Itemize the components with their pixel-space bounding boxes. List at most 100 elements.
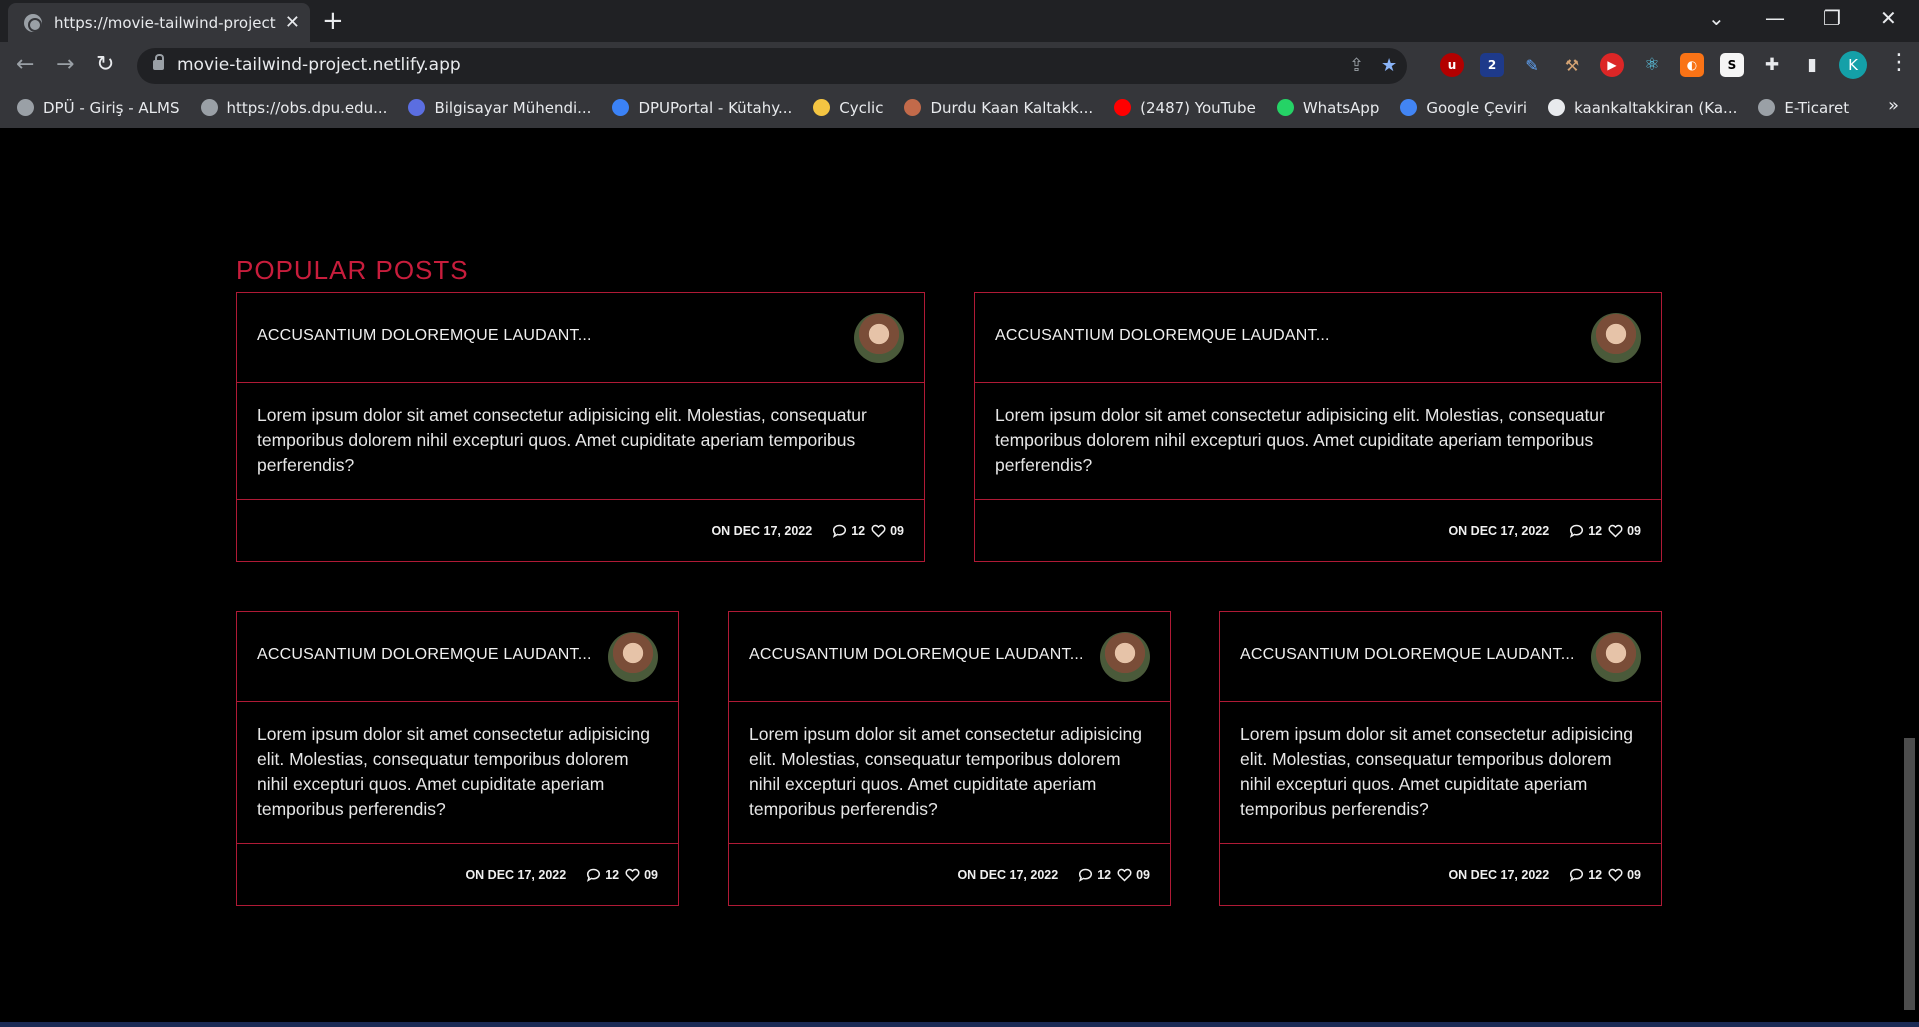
post-date: ON DEC 17, 2022 (711, 524, 813, 538)
post-footer: ON DEC 17, 2022 12 09 (975, 501, 1661, 561)
likes-stat[interactable]: 09 (1608, 524, 1641, 538)
comments-stat[interactable]: 12 (832, 524, 871, 538)
section-title: POPULAR POSTS (236, 255, 469, 285)
bookmark-favicon-icon (1400, 99, 1418, 116)
new-tab-button[interactable]: + (322, 6, 344, 36)
post-body: Lorem ipsum dolor sit amet consectetur a… (1220, 702, 1661, 844)
bookmark-star-icon[interactable]: ★ (1381, 55, 1397, 76)
tab-strip: https://movie-tailwind-project.netlify.a… (0, 0, 1919, 42)
taskbar-strip (0, 1022, 1919, 1027)
post-header: ACCUSANTIUM DOLOREMQUE LAUDANT... (1220, 612, 1661, 702)
comment-count: 12 (605, 868, 620, 882)
bookmark-label: Bilgisayar Mühendi... (434, 98, 592, 117)
bookmark-item[interactable]: https://obs.dpu.edu... (200, 99, 387, 117)
media-extension-icon[interactable]: ▶ (1600, 53, 1624, 77)
scrollbar-thumb[interactable] (1904, 738, 1915, 1010)
browser-menu-icon[interactable]: ⋮ (1888, 50, 1910, 75)
profile-avatar[interactable]: K (1839, 51, 1867, 79)
comment-count: 12 (1097, 868, 1112, 882)
browser-tab[interactable]: https://movie-tailwind-project.netlify.a… (8, 3, 310, 42)
bookmark-label: Cyclic (839, 98, 884, 117)
likes-stat[interactable]: 09 (1117, 868, 1150, 882)
bookmark-item[interactable]: Google Çeviri (1400, 99, 1527, 117)
post-card[interactable]: ACCUSANTIUM DOLOREMQUE LAUDANT... Lorem … (728, 611, 1171, 906)
bookmark-label: Durdu Kaan Kaltakk... (930, 98, 1094, 117)
post-title[interactable]: ACCUSANTIUM DOLOREMQUE LAUDANT... (995, 327, 1330, 345)
post-card[interactable]: ACCUSANTIUM DOLOREMQUE LAUDANT... Lorem … (1219, 611, 1662, 906)
side-panel-icon[interactable]: ▮ (1800, 53, 1824, 77)
author-avatar (854, 313, 904, 363)
like-count: 09 (1627, 524, 1641, 538)
post-header: ACCUSANTIUM DOLOREMQUE LAUDANT... (237, 612, 678, 702)
bookmark-favicon-icon (200, 99, 218, 116)
restore-button[interactable]: ❐ (1823, 6, 1841, 30)
bookmark-favicon-icon (1758, 99, 1776, 116)
address-bar[interactable]: movie-tailwind-project.netlify.app ⇪ ★ (137, 48, 1407, 84)
bookmark-item[interactable]: Bilgisayar Mühendi... (408, 99, 591, 117)
share-icon[interactable]: ⇪ (1349, 55, 1364, 76)
author-avatar (1100, 632, 1150, 682)
bookmark-item[interactable]: (2487) YouTube (1114, 99, 1256, 117)
comment-count: 12 (851, 524, 866, 538)
comment-count: 12 (1588, 868, 1603, 882)
heart-icon (1608, 524, 1623, 538)
like-count: 09 (1136, 868, 1150, 882)
post-date: ON DEC 17, 2022 (957, 868, 1059, 882)
likes-stat[interactable]: 09 (625, 868, 658, 882)
translate-extension-icon[interactable]: 2 (1480, 53, 1504, 77)
more-bookmarks-button[interactable]: » (1888, 95, 1899, 116)
comment-icon (587, 868, 601, 882)
post-title[interactable]: ACCUSANTIUM DOLOREMQUE LAUDANT... (257, 646, 592, 664)
comment-icon (1570, 524, 1584, 538)
comments-stat[interactable]: 12 (586, 868, 625, 882)
tab-title: https://movie-tailwind-project.netlify.a… (54, 13, 277, 32)
page-content: POPULAR POSTS ACCUSANTIUM DOLOREMQUE LAU… (0, 128, 1900, 1022)
bookmark-item[interactable]: Durdu Kaan Kaltakk... (904, 99, 1093, 117)
page-scrollbar[interactable] (1900, 128, 1919, 1022)
post-card[interactable]: ACCUSANTIUM DOLOREMQUE LAUDANT... Lorem … (236, 292, 925, 562)
post-title[interactable]: ACCUSANTIUM DOLOREMQUE LAUDANT... (257, 327, 592, 345)
comments-stat[interactable]: 12 (1569, 868, 1608, 882)
tools-extension-icon[interactable]: ✎ (1520, 53, 1544, 77)
post-title[interactable]: ACCUSANTIUM DOLOREMQUE LAUDANT... (1240, 646, 1575, 664)
s-extension-icon[interactable]: S (1720, 53, 1744, 77)
bookmark-item[interactable]: E-Ticaret (1758, 99, 1849, 117)
post-title[interactable]: ACCUSANTIUM DOLOREMQUE LAUDANT... (749, 646, 1084, 664)
bookmark-label: DPUPortal - Kütahy... (638, 98, 793, 117)
bookmark-item[interactable]: kaankaltakkiran (Ka... (1548, 99, 1737, 117)
ublock-extension-icon[interactable]: u (1440, 53, 1464, 77)
minimize-button[interactable]: — (1765, 6, 1785, 30)
rss-extension-icon[interactable]: ◐ (1680, 53, 1704, 77)
bookmark-label: WhatsApp (1302, 98, 1380, 117)
likes-stat[interactable]: 09 (1608, 868, 1641, 882)
close-tab-icon[interactable]: ✕ (285, 12, 300, 33)
bookmarks-bar: DPÜ - Giriş - ALMS https://obs.dpu.edu...… (0, 89, 1919, 126)
post-body: Lorem ipsum dolor sit amet consectetur a… (237, 702, 678, 844)
bookmark-label: Google Çeviri (1426, 98, 1528, 117)
post-header: ACCUSANTIUM DOLOREMQUE LAUDANT... (975, 293, 1661, 383)
extensions-puzzle-icon[interactable]: ✚ (1760, 53, 1784, 77)
forward-button[interactable]: → (56, 52, 74, 77)
post-date: ON DEC 17, 2022 (465, 868, 567, 882)
post-date: ON DEC 17, 2022 (1448, 868, 1550, 882)
bookmark-item[interactable]: WhatsApp (1276, 98, 1380, 117)
bookmark-item[interactable]: Cyclic (813, 99, 883, 117)
bookmark-item[interactable]: DPUPortal - Kütahy... (612, 99, 792, 117)
post-card[interactable]: ACCUSANTIUM DOLOREMQUE LAUDANT... Lorem … (974, 292, 1662, 562)
back-button[interactable]: ← (16, 52, 34, 77)
react-devtools-icon[interactable]: ⚛ (1640, 53, 1664, 77)
likes-stat[interactable]: 09 (871, 524, 904, 538)
post-card[interactable]: ACCUSANTIUM DOLOREMQUE LAUDANT... Lorem … (236, 611, 679, 906)
bookmark-label: kaankaltakkiran (Ka... (1574, 98, 1738, 117)
comments-stat[interactable]: 12 (1078, 868, 1117, 882)
comment-icon (1570, 868, 1584, 882)
reload-button[interactable]: ↻ (96, 52, 114, 77)
post-body: Lorem ipsum dolor sit amet consectetur a… (975, 383, 1661, 500)
close-window-button[interactable]: ✕ (1880, 6, 1897, 30)
bookmark-favicon-icon (408, 99, 426, 116)
post-footer: ON DEC 17, 2022 12 09 (237, 845, 678, 905)
bookmark-item[interactable]: DPÜ - Giriş - ALMS (17, 99, 180, 117)
tab-search-icon[interactable]: ⌄ (1708, 6, 1725, 30)
hammer-extension-icon[interactable]: ⚒ (1560, 53, 1584, 77)
comments-stat[interactable]: 12 (1569, 524, 1608, 538)
